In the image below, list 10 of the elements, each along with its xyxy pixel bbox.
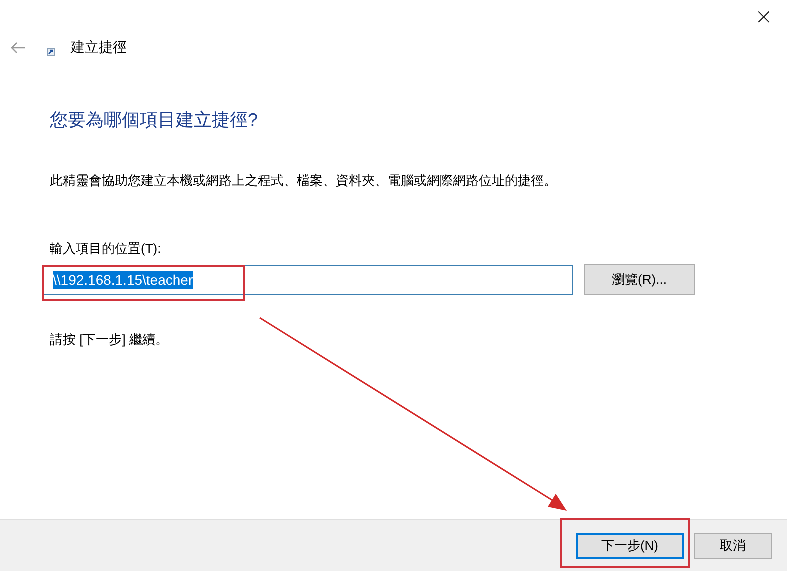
location-label: 輸入項目的位置(T): [50, 240, 162, 258]
browse-button[interactable]: 瀏覽(R)... [584, 264, 695, 295]
window-title: 建立捷徑 [71, 39, 127, 57]
cancel-button[interactable]: 取消 [694, 532, 772, 558]
location-field[interactable]: \\192.168.1.15\teacher [43, 264, 573, 294]
description-text: 此精靈會協助您建立本機或網路上之程式、檔案、資料夾、電腦或網際網路位址的捷徑。 [50, 172, 558, 190]
instruction-text: 請按 [下一步] 繼續。 [50, 331, 170, 349]
next-button[interactable]: 下一步(N) [576, 532, 684, 558]
close-button[interactable]: × [741, 0, 787, 36]
wizard-heading: 您要為哪個項目建立捷徑? [50, 109, 260, 132]
